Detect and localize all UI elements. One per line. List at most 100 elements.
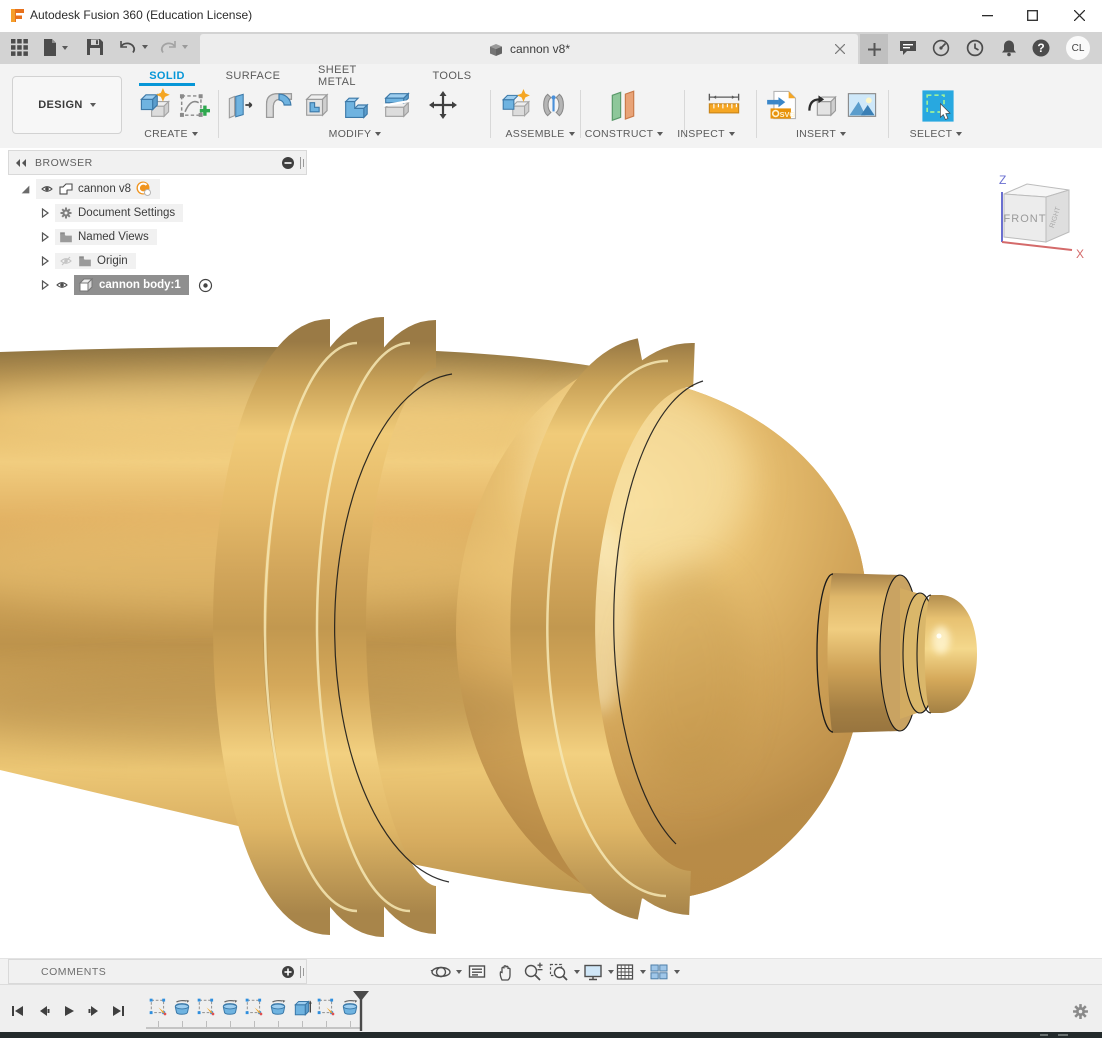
fillet-icon[interactable] [262, 88, 296, 122]
panel-drag-handle[interactable] [303, 159, 304, 167]
timeline-feature-sketch[interactable] [244, 997, 264, 1017]
tab-tools[interactable]: TOOLS [426, 66, 478, 86]
orbit-button[interactable] [430, 961, 462, 983]
cannon-model[interactable] [0, 148, 1102, 958]
model-viewport[interactable]: BROWSER cannon v8 [0, 148, 1102, 958]
construct-plane-icon[interactable] [604, 88, 642, 124]
user-avatar[interactable]: CL [1066, 36, 1090, 60]
tab-sheet-metal[interactable]: SHEET METAL [318, 66, 396, 86]
cascabel[interactable] [817, 573, 977, 733]
browser-row-origin[interactable]: Origin [40, 250, 136, 272]
timeline-step-forward-button[interactable] [86, 1003, 104, 1021]
group-inspect[interactable]: INSPECT [664, 128, 748, 140]
save-button[interactable] [86, 38, 104, 56]
maximize-button[interactable] [1010, 0, 1054, 31]
assemble-new-component-icon[interactable] [500, 88, 532, 122]
insert-mesh-icon[interactable] [806, 88, 840, 122]
collapse-panel-icon[interactable] [15, 158, 27, 168]
collapsed-triangle-icon[interactable] [40, 280, 50, 290]
group-create[interactable]: CREATE [128, 128, 214, 140]
timeline-step-back-button[interactable] [36, 1003, 54, 1021]
help-icon[interactable]: ? [1031, 38, 1051, 58]
timeline-playhead[interactable] [352, 991, 370, 1033]
timeline-feature-revolve[interactable] [220, 997, 240, 1017]
tab-close-icon[interactable] [832, 41, 848, 57]
timeline-feature-sketch[interactable] [316, 997, 336, 1017]
selectable-radio-icon[interactable] [198, 278, 213, 293]
group-modify[interactable]: MODIFY [300, 128, 410, 140]
add-comment-icon[interactable] [281, 965, 295, 979]
timeline-feature-sketch[interactable] [148, 997, 168, 1017]
visibility-eye-icon[interactable] [40, 183, 54, 195]
browser-row-named-views[interactable]: Named Views [40, 226, 157, 248]
display-settings-button[interactable] [582, 961, 614, 983]
joint-icon[interactable] [537, 88, 569, 122]
new-component-icon[interactable] [138, 88, 172, 122]
undo-button[interactable] [118, 38, 148, 56]
panel-drag-handle[interactable] [303, 968, 304, 976]
browser-row-chip[interactable]: Named Views [55, 229, 157, 245]
shell-icon[interactable] [301, 88, 335, 122]
collapsed-triangle-icon[interactable] [40, 208, 50, 218]
move-icon[interactable] [428, 90, 458, 120]
feedback-icon[interactable] [898, 38, 918, 58]
group-select[interactable]: SELECT [888, 128, 984, 140]
visibility-eye-icon[interactable] [55, 279, 69, 291]
browser-header[interactable]: BROWSER [8, 150, 307, 175]
close-button[interactable] [1057, 0, 1101, 31]
measure-icon[interactable] [706, 88, 742, 122]
timeline-go-to-start-button[interactable] [10, 1003, 28, 1021]
browser-row-chip-selected[interactable]: cannon body:1 [74, 275, 189, 295]
new-document-tab-button[interactable] [860, 34, 888, 64]
grid-settings-button[interactable] [614, 961, 646, 983]
create-sketch-icon[interactable] [176, 88, 210, 122]
comments-panel-header[interactable]: COMMENTS [8, 959, 307, 984]
timeline-feature-extrude[interactable] [292, 997, 312, 1017]
fit-zoom-window-button[interactable] [548, 961, 580, 983]
browser-row-document-settings[interactable]: Document Settings [40, 202, 183, 224]
browser-row-root[interactable]: cannon v8 [20, 178, 160, 200]
insert-svg-icon[interactable]: SVG [766, 88, 800, 122]
browser-root-chip[interactable]: cannon v8 [36, 179, 160, 199]
timeline-play-button[interactable] [61, 1003, 79, 1021]
zoom-button[interactable] [522, 961, 544, 983]
job-status-clock-icon[interactable] [965, 38, 985, 58]
browser-row-chip[interactable]: Origin [55, 253, 136, 269]
app-grid-icon[interactable] [10, 38, 29, 57]
timeline-settings-gear-icon[interactable] [1072, 1003, 1089, 1020]
notifications-bell-icon[interactable] [999, 38, 1019, 58]
viewports-button[interactable] [648, 961, 680, 983]
minimize-button[interactable] [965, 0, 1009, 31]
timeline-go-to-end-button[interactable] [110, 1003, 128, 1021]
remove-panel-icon[interactable] [281, 156, 295, 170]
look-at-button[interactable] [466, 961, 488, 983]
insert-canvas-icon[interactable] [845, 88, 879, 122]
tab-surface[interactable]: SURFACE [222, 66, 284, 86]
view-cube[interactable]: Z X FRONT RIGHT [972, 160, 1092, 280]
redo-button[interactable] [158, 38, 188, 56]
workspace-selector[interactable]: DESIGN [12, 76, 122, 134]
timeline-track[interactable] [146, 1027, 362, 1029]
panel-drag-handle[interactable] [300, 966, 301, 978]
timeline-feature-sketch[interactable] [196, 997, 216, 1017]
select-icon[interactable] [920, 88, 956, 124]
browser-row-cannon-body[interactable]: cannon body:1 [40, 274, 213, 296]
file-menu-button[interactable] [42, 38, 68, 57]
timeline-feature-revolve[interactable] [172, 997, 192, 1017]
press-pull-icon[interactable] [224, 88, 256, 122]
visibility-off-eye-icon[interactable] [59, 255, 73, 267]
collapsed-triangle-icon[interactable] [40, 256, 50, 266]
pan-button[interactable] [495, 961, 517, 983]
group-construct[interactable]: CONSTRUCT [572, 128, 676, 140]
document-tab[interactable]: cannon v8* [200, 34, 858, 64]
collapsed-triangle-icon[interactable] [40, 232, 50, 242]
cascabel-knob[interactable] [925, 595, 977, 713]
offset-face-icon[interactable] [380, 88, 414, 122]
browser-row-chip[interactable]: Document Settings [55, 204, 183, 222]
timeline-feature-revolve[interactable] [268, 997, 288, 1017]
combine-icon[interactable] [340, 88, 374, 122]
expanded-triangle-icon[interactable] [20, 184, 31, 195]
group-insert[interactable]: INSERT [766, 128, 876, 140]
extensions-icon[interactable] [931, 38, 951, 58]
panel-drag-handle[interactable] [300, 157, 301, 169]
